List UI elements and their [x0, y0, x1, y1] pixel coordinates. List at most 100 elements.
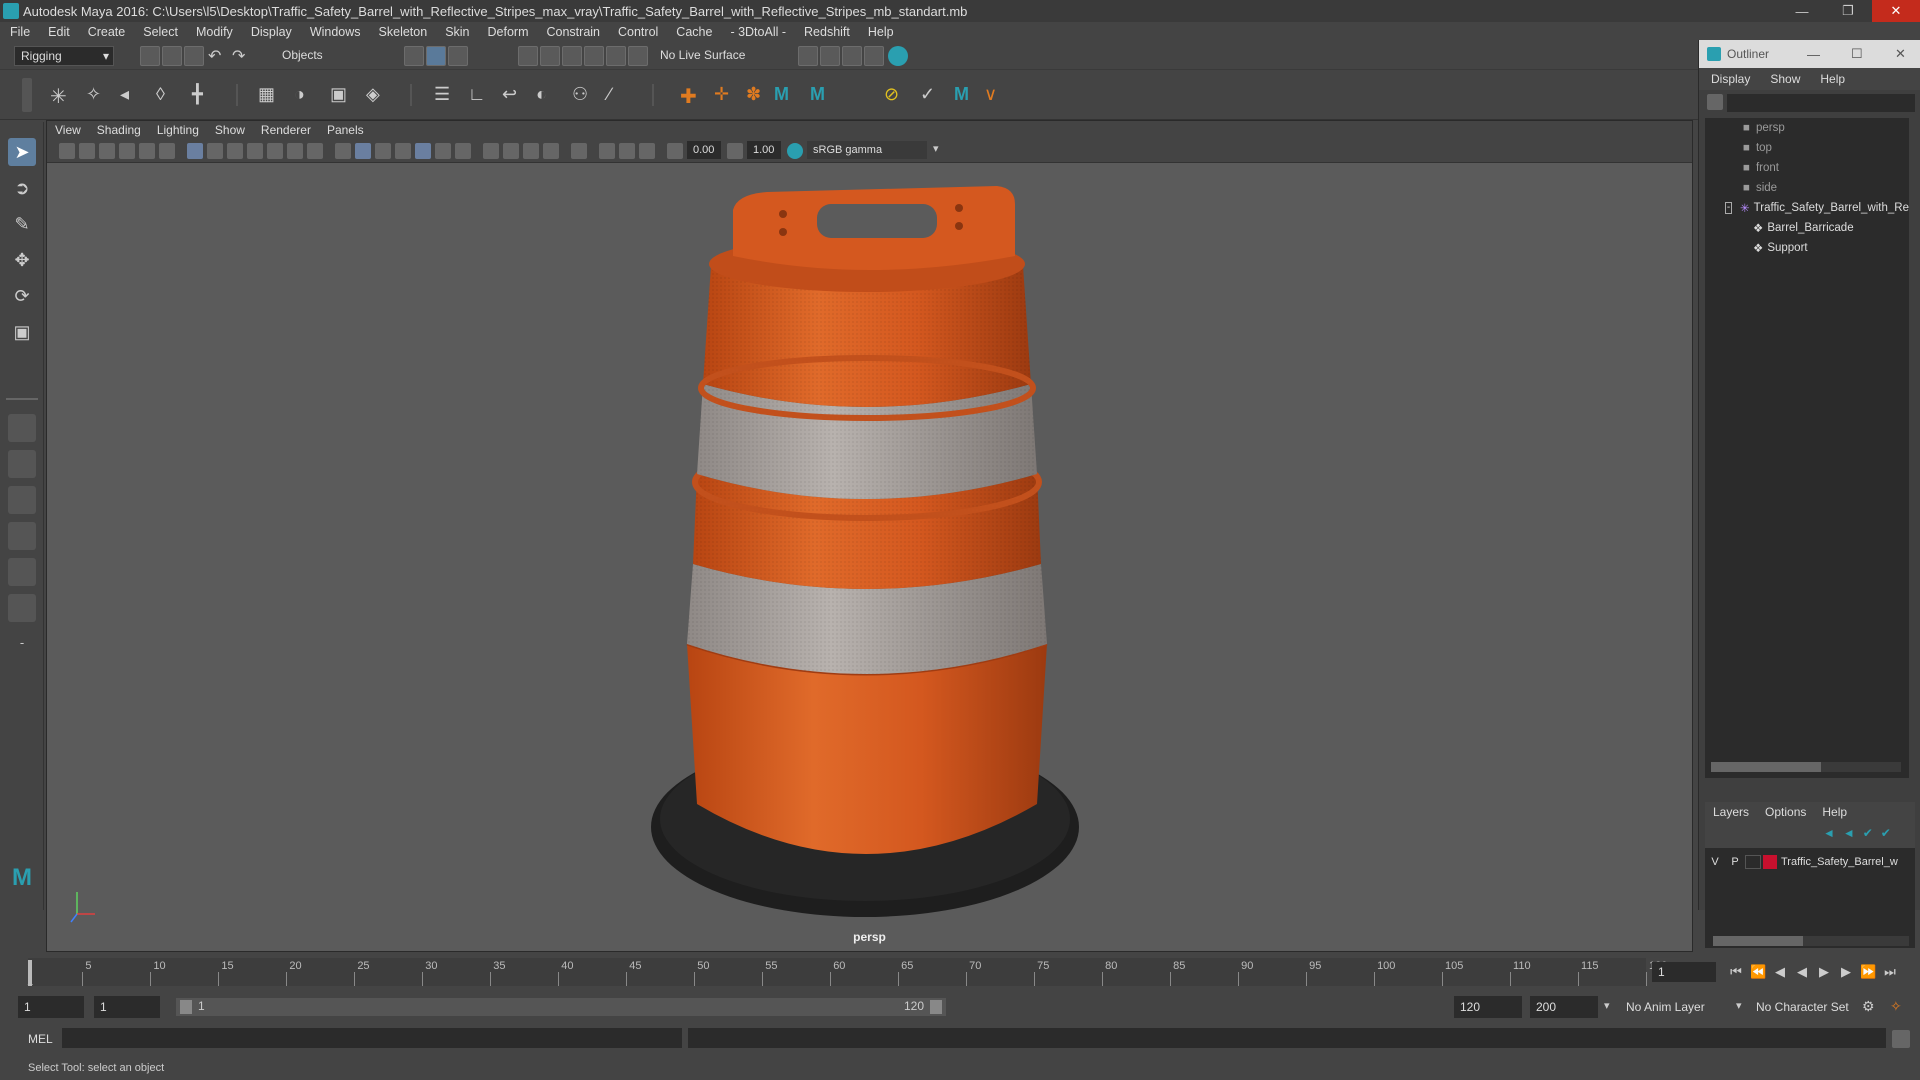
menu-redshift[interactable]: Redshift: [804, 25, 850, 39]
close-icon[interactable]: ✕: [1895, 46, 1906, 62]
outliner-item-barrel-group[interactable]: - ✳ Traffic_Safety_Barrel_with_Re: [1705, 198, 1909, 218]
exposure-icon[interactable]: [667, 143, 683, 159]
persp-outliner-layout-icon[interactable]: [8, 558, 36, 586]
grease-pencil-icon[interactable]: [159, 143, 175, 159]
minimize-icon[interactable]: —: [1780, 0, 1824, 22]
collapse-icon[interactable]: -: [1725, 202, 1733, 214]
side-by-side-layout-icon[interactable]: [8, 486, 36, 514]
gate-mask-icon[interactable]: [247, 143, 263, 159]
paint-select-icon[interactable]: ✎: [8, 210, 36, 238]
field-chart-icon[interactable]: [267, 143, 283, 159]
selection-mode-dropdown[interactable]: Objects: [276, 46, 376, 66]
parent-constraint-icon[interactable]: ✛: [714, 84, 734, 104]
range-slider[interactable]: 1 120: [176, 998, 946, 1016]
outliner-item-support[interactable]: ❖ Support: [1705, 238, 1909, 258]
maya-m-alt-icon[interactable]: M: [810, 84, 830, 104]
playback-end-field[interactable]: 120: [1454, 996, 1522, 1018]
layer-menu-options[interactable]: Options: [1765, 805, 1806, 819]
layer-color-swatch[interactable]: [1763, 855, 1777, 869]
screen-space-ao-icon[interactable]: [483, 143, 499, 159]
command-input[interactable]: [62, 1028, 682, 1048]
anti-aliasing-icon[interactable]: [523, 143, 539, 159]
script-editor-icon[interactable]: [1892, 1030, 1910, 1048]
hold-weights-icon[interactable]: ⚇: [572, 84, 592, 104]
menu-cache[interactable]: Cache: [676, 25, 712, 39]
viewport-menu-renderer[interactable]: Renderer: [261, 123, 311, 137]
refresh-icon[interactable]: [1707, 94, 1723, 110]
ik-handle-icon[interactable]: ╋: [192, 84, 212, 104]
step-forward-icon[interactable]: ⏩: [1860, 964, 1876, 980]
close-icon[interactable]: ✕: [1872, 0, 1920, 22]
menu-skeleton[interactable]: Skeleton: [379, 25, 428, 39]
camera-attributes-icon[interactable]: [79, 143, 95, 159]
xray-joints-icon[interactable]: [639, 143, 655, 159]
select-hierarchy-icon[interactable]: [404, 46, 424, 66]
safe-title-icon[interactable]: [307, 143, 323, 159]
mirror-weights-icon[interactable]: ∕: [608, 84, 628, 104]
chevron-down-icon[interactable]: ▾: [933, 142, 939, 155]
camera-select-icon[interactable]: [59, 143, 75, 159]
outliner-scrollbar[interactable]: [1711, 762, 1901, 772]
outliner-item-top[interactable]: ■ top: [1705, 138, 1909, 158]
menu-create[interactable]: Create: [88, 25, 126, 39]
viewport-menu-show[interactable]: Show: [215, 123, 245, 137]
outliner-item-front[interactable]: ■ front: [1705, 158, 1909, 178]
time-slider[interactable]: 1 5 10 15 20 25 30 35 40 45 50 55 60 65 70 75 80 85 90 95 1…: [0, 952, 1716, 992]
outliner-search-input[interactable]: [1727, 94, 1915, 112]
mirror-joint-icon[interactable]: ◂: [120, 84, 140, 104]
layer-reference-toggle[interactable]: [1745, 855, 1761, 869]
exposure-field[interactable]: 0.00: [687, 141, 721, 159]
color-management-icon[interactable]: [787, 143, 803, 159]
shelf-menu-icon[interactable]: [22, 78, 32, 112]
chevron-down-icon[interactable]: ▾: [1736, 999, 1742, 1012]
step-forward-key-icon[interactable]: ▶: [1838, 964, 1854, 980]
outliner-item-barrel-barricade[interactable]: ❖ Barrel_Barricade: [1705, 218, 1909, 238]
bind-skin-icon[interactable]: ☰: [434, 84, 454, 104]
safe-action-icon[interactable]: [287, 143, 303, 159]
character-set-dropdown[interactable]: No Character Set: [1750, 996, 1862, 1018]
viewport-menu-shading[interactable]: Shading: [97, 123, 141, 137]
ipr-render-icon[interactable]: [842, 46, 862, 66]
cluster-icon[interactable]: ▣: [330, 84, 350, 104]
layer-scroll-thumb[interactable]: [1713, 936, 1803, 946]
hypershade-icon[interactable]: [888, 46, 908, 66]
smooth-shade-icon[interactable]: [355, 143, 371, 159]
go-to-end-icon[interactable]: ⏭: [1882, 964, 1898, 980]
four-view-layout-icon[interactable]: [8, 450, 36, 478]
gamma-field[interactable]: 1.00: [747, 141, 781, 159]
playback-start-field[interactable]: 1: [94, 996, 160, 1018]
viewport-canvas[interactable]: persp: [47, 164, 1692, 951]
single-view-layout-icon[interactable]: [8, 414, 36, 442]
motion-blur-icon[interactable]: [503, 143, 519, 159]
menu-modify[interactable]: Modify: [196, 25, 233, 39]
menu-set-dropdown[interactable]: Rigging ▾: [14, 46, 114, 66]
menu-deform[interactable]: Deform: [488, 25, 529, 39]
wireframe-on-shaded-icon[interactable]: [395, 143, 411, 159]
film-gate-icon[interactable]: [207, 143, 223, 159]
paint-weights-icon[interactable]: ↩: [502, 84, 522, 104]
go-to-start-icon[interactable]: ⏮: [1728, 964, 1744, 980]
outliner-menu-display[interactable]: Display: [1711, 72, 1750, 86]
new-scene-icon[interactable]: [140, 46, 160, 66]
wrap-icon[interactable]: ◑: [294, 84, 314, 104]
unbind-skin-icon[interactable]: ∟: [468, 84, 488, 104]
locator-icon[interactable]: ✚: [680, 84, 700, 108]
layer-actions-icons[interactable]: ◄◄✔✔: [1823, 826, 1903, 842]
xray-icon[interactable]: [599, 143, 615, 159]
xray-active-icon[interactable]: [619, 143, 635, 159]
layer-playback-toggle[interactable]: P: [1725, 856, 1745, 868]
menu-3dtoall[interactable]: - 3DtoAll -: [730, 25, 786, 39]
menu-display[interactable]: Display: [251, 25, 292, 39]
resolution-gate-icon[interactable]: [227, 143, 243, 159]
menu-windows[interactable]: Windows: [310, 25, 361, 39]
render-frame-icon[interactable]: [820, 46, 840, 66]
snap-surface-icon[interactable]: [606, 46, 626, 66]
menu-help[interactable]: Help: [868, 25, 894, 39]
image-plane-icon[interactable]: [119, 143, 135, 159]
snap-view-icon[interactable]: [584, 46, 604, 66]
default-material-icon[interactable]: [375, 143, 391, 159]
snap-grid-icon[interactable]: [518, 46, 538, 66]
range-end-handle[interactable]: [930, 1000, 942, 1014]
step-back-icon[interactable]: ⏪: [1750, 964, 1766, 980]
render-settings-icon[interactable]: [864, 46, 884, 66]
